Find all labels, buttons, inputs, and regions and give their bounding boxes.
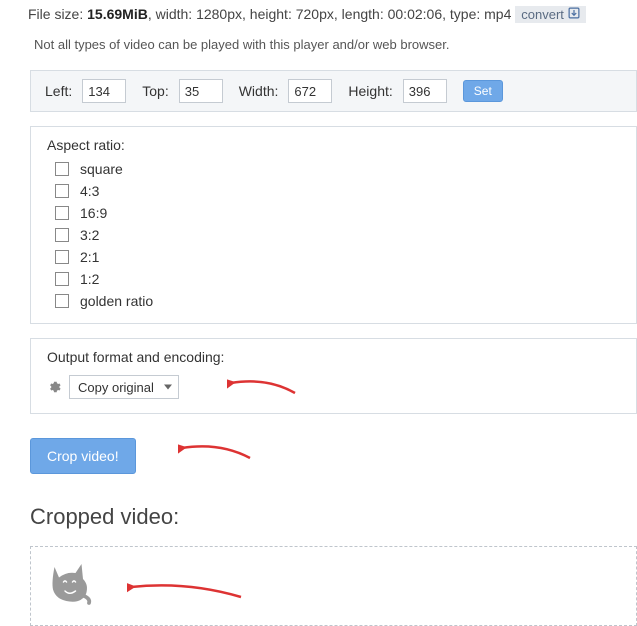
aspect-option[interactable]: 2:1	[51, 247, 620, 267]
output-format-value: Copy original	[78, 380, 154, 395]
output-format-select[interactable]: Copy original	[69, 375, 179, 399]
convert-button[interactable]: convert	[515, 6, 586, 23]
crop-height-label: Height:	[348, 83, 392, 99]
crop-video-button[interactable]: Crop video!	[30, 438, 136, 474]
cat-placeholder-icon	[47, 561, 95, 605]
aspect-checkbox[interactable]	[55, 294, 69, 308]
chevron-down-icon	[164, 385, 172, 390]
length-label: , length:	[334, 6, 384, 22]
aspect-option[interactable]: 16:9	[51, 203, 620, 223]
aspect-option-label: 3:2	[80, 227, 99, 243]
height-label: , height:	[242, 6, 292, 22]
output-panel: Output format and encoding: Copy origina…	[30, 338, 637, 414]
width-label: , width:	[148, 6, 192, 22]
aspect-checkbox[interactable]	[55, 228, 69, 242]
download-icon	[568, 7, 580, 22]
aspect-option-label: 2:1	[80, 249, 99, 265]
aspect-option-label: 1:2	[80, 271, 99, 287]
gear-icon	[47, 380, 61, 394]
type-label: , type:	[442, 6, 480, 22]
aspect-title: Aspect ratio:	[47, 137, 620, 153]
aspect-checkbox[interactable]	[55, 162, 69, 176]
crop-height-input[interactable]	[403, 79, 447, 103]
output-title: Output format and encoding:	[47, 349, 620, 365]
length-value: 00:02:06	[388, 6, 443, 22]
crop-coords-panel: Left: Top: Width: Height: Set	[30, 70, 637, 112]
height-value: 720px	[296, 6, 334, 22]
aspect-checkbox[interactable]	[55, 250, 69, 264]
type-value: mp4	[484, 6, 511, 22]
aspect-option-label: golden ratio	[80, 293, 153, 309]
aspect-option-list: square 4:3 16:9 3:2 2:1 1:2 golden ratio	[51, 159, 620, 311]
filesize-value: 15.69MiB	[87, 6, 148, 22]
compat-note: Not all types of video can be played wit…	[34, 37, 637, 52]
filesize-label: File size:	[28, 6, 83, 22]
top-label: Top:	[142, 83, 168, 99]
crop-width-input[interactable]	[288, 79, 332, 103]
aspect-option-label: square	[80, 161, 123, 177]
aspect-option-label: 16:9	[80, 205, 107, 221]
aspect-option[interactable]: 3:2	[51, 225, 620, 245]
aspect-checkbox[interactable]	[55, 206, 69, 220]
aspect-option[interactable]: square	[51, 159, 620, 179]
left-input[interactable]	[82, 79, 126, 103]
convert-label: convert	[521, 7, 564, 22]
annotation-arrow-icon	[178, 434, 252, 464]
top-input[interactable]	[179, 79, 223, 103]
aspect-option[interactable]: golden ratio	[51, 291, 620, 311]
file-info: File size: 15.69MiB, width: 1280px, heig…	[28, 6, 637, 23]
aspect-option-label: 4:3	[80, 183, 99, 199]
result-box	[30, 546, 637, 626]
aspect-checkbox[interactable]	[55, 272, 69, 286]
annotation-arrow-icon	[127, 571, 243, 603]
aspect-panel: Aspect ratio: square 4:3 16:9 3:2 2:1 1:…	[30, 126, 637, 324]
aspect-option[interactable]: 1:2	[51, 269, 620, 289]
aspect-checkbox[interactable]	[55, 184, 69, 198]
width-value: 1280px	[196, 6, 242, 22]
set-button[interactable]: Set	[463, 80, 503, 102]
left-label: Left:	[45, 83, 72, 99]
aspect-option[interactable]: 4:3	[51, 181, 620, 201]
crop-width-label: Width:	[239, 83, 279, 99]
result-title: Cropped video:	[30, 504, 637, 530]
